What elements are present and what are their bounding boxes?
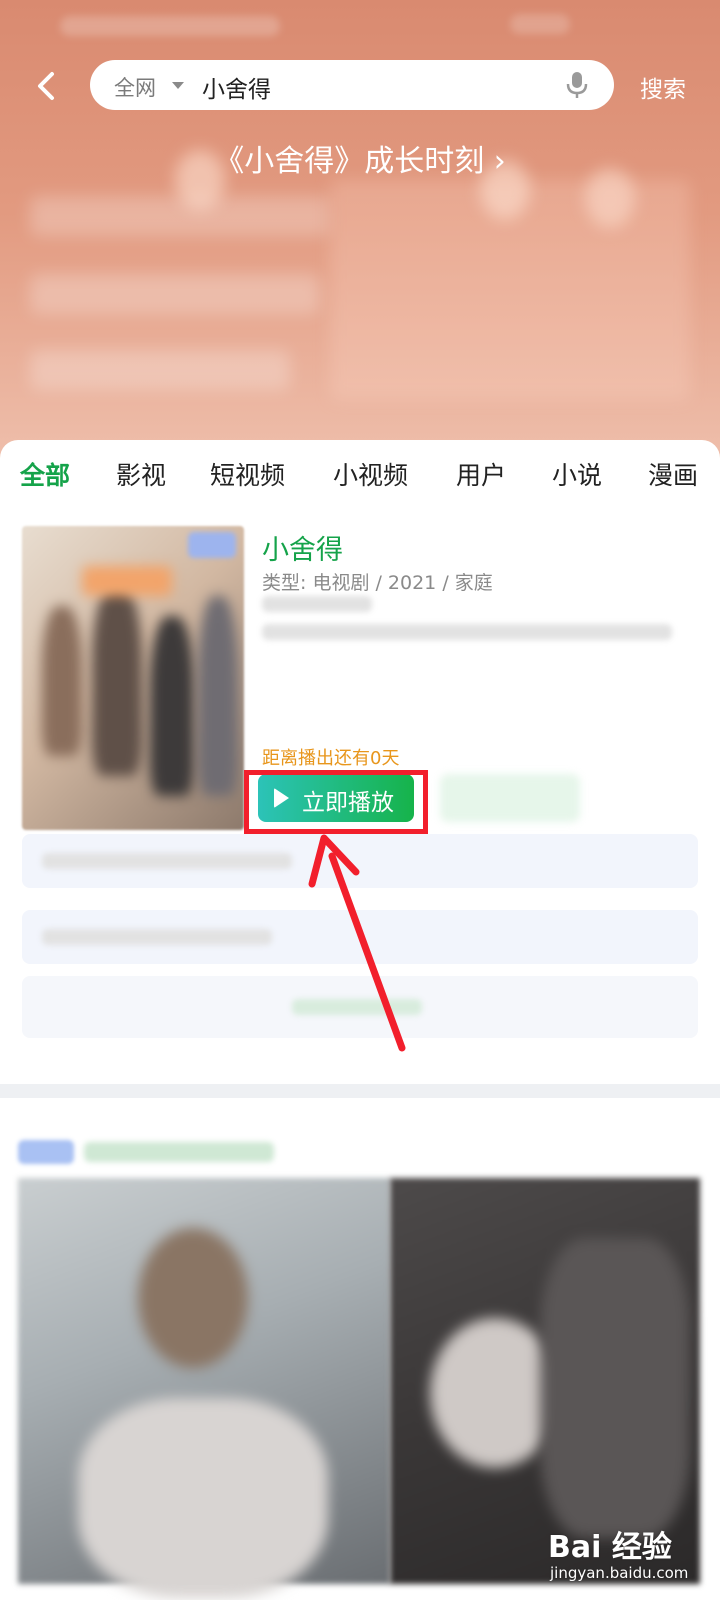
- back-button[interactable]: [30, 66, 66, 106]
- caret-down-icon[interactable]: [172, 82, 184, 89]
- show-meta: 类型: 电视剧 / 2021 / 家庭: [262, 572, 493, 594]
- blurred-hero-line: [30, 196, 330, 236]
- tab-film[interactable]: 影视: [116, 456, 166, 492]
- chevron-left-icon: [38, 72, 54, 100]
- blurred-hero-line: [30, 350, 290, 390]
- blurred-text: [84, 1142, 274, 1162]
- tab-comics[interactable]: 漫画: [648, 456, 698, 492]
- video-tag: [18, 1140, 74, 1164]
- secondary-button[interactable]: [440, 774, 580, 822]
- search-button[interactable]: 搜索: [640, 70, 686, 104]
- poster-figure: [42, 606, 82, 756]
- category-tabs: 全部 影视 短视频 小视频 用户 小说 漫画: [0, 440, 720, 506]
- tab-novel[interactable]: 小说: [552, 456, 602, 492]
- poster-badge: [188, 532, 236, 558]
- show-poster[interactable]: [22, 526, 244, 830]
- search-scope[interactable]: 全网: [114, 72, 156, 102]
- blurred-hero-line: [30, 274, 320, 314]
- search-input[interactable]: 小舍得: [202, 70, 271, 104]
- microphone-icon[interactable]: [564, 69, 590, 101]
- video-thumbnail[interactable]: [18, 1178, 390, 1598]
- status-bar: [0, 0, 720, 50]
- status-carrier: [60, 16, 280, 36]
- tab-mini-video[interactable]: 小视频: [333, 456, 408, 492]
- hero-banner: 全网 小舍得 搜索 《小舍得》成长时刻 ›: [0, 0, 720, 470]
- more-row[interactable]: [22, 976, 698, 1038]
- poster-figure: [92, 586, 142, 776]
- blurred-text: [262, 596, 372, 612]
- episode-row[interactable]: [22, 834, 698, 888]
- tab-users[interactable]: 用户: [456, 456, 506, 492]
- baidu-watermark: Bai 经验 jingyan.baidu.com: [548, 1510, 708, 1590]
- status-icons: [510, 14, 570, 34]
- video-figure: [540, 1238, 690, 1538]
- banner-title[interactable]: 《小舍得》成长时刻 ›: [0, 136, 720, 180]
- poster-figure: [198, 596, 238, 796]
- poster-figure: [150, 616, 194, 796]
- video-figure: [78, 1398, 328, 1598]
- search-bar[interactable]: 全网 小舍得: [90, 60, 614, 110]
- blurred-text: [42, 929, 272, 945]
- countdown-text: 距离播出还有0天: [262, 748, 400, 769]
- highlight-box: [244, 770, 428, 834]
- watermark-url: jingyan.baidu.com: [550, 1564, 689, 1582]
- poster-logo: [82, 566, 172, 596]
- show-title[interactable]: 小舍得: [262, 528, 343, 567]
- blurred-text: [262, 624, 672, 640]
- watermark-logo: Bai 经验: [548, 1530, 672, 1565]
- episode-row[interactable]: [22, 910, 698, 964]
- video-face: [138, 1228, 248, 1368]
- blurred-text: [42, 853, 292, 869]
- tab-all[interactable]: 全部: [20, 456, 70, 492]
- blurred-text: [292, 999, 422, 1015]
- result-card: 小舍得 类型: 电视剧 / 2021 / 家庭 距离播出还有0天 立即播放: [0, 506, 720, 1084]
- tab-short-video[interactable]: 短视频: [210, 456, 285, 492]
